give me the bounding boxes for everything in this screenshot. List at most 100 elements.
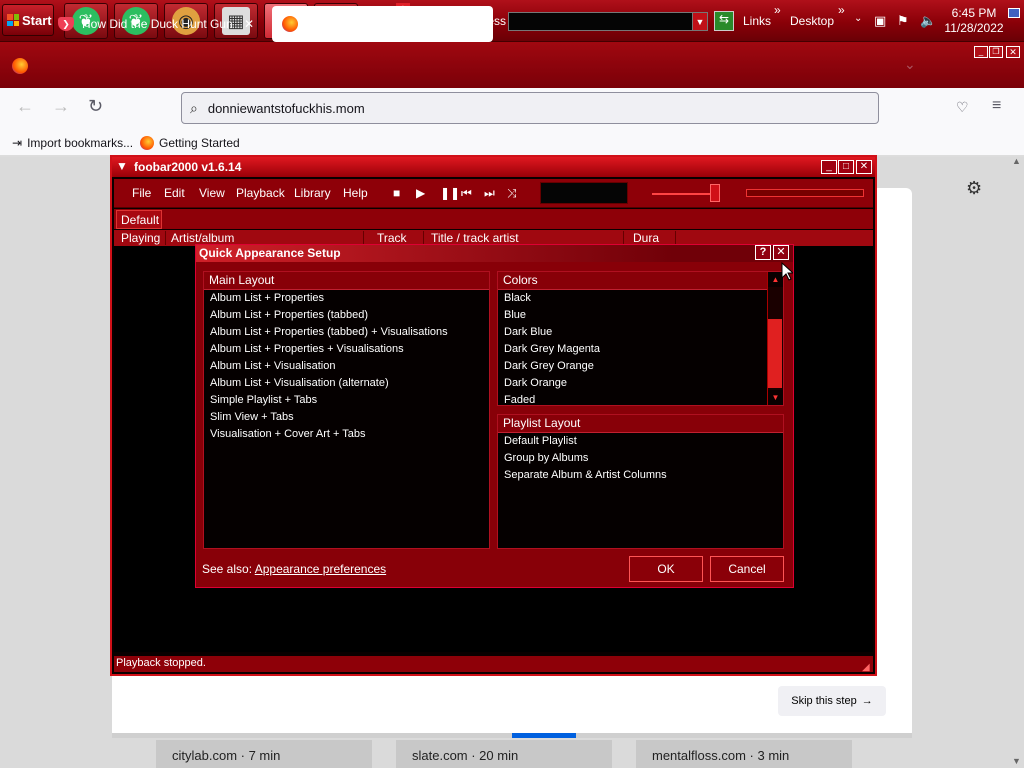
start-button[interactable]: Start: [2, 4, 54, 36]
main-layout-item[interactable]: Visualisation + Cover Art + Tabs: [204, 426, 489, 443]
menu-icon[interactable]: ≡: [992, 97, 1001, 115]
ok-button[interactable]: OK: [629, 556, 703, 582]
main-layout-item[interactable]: Album List + Properties (tabbed): [204, 307, 489, 324]
playlist-tab-default[interactable]: Default: [116, 210, 162, 229]
desktop-chevron-icon[interactable]: »: [838, 3, 845, 17]
random-icon[interactable]: ⤨: [507, 186, 517, 201]
desktop-label[interactable]: Desktop: [790, 14, 834, 28]
show-desktop-icon[interactable]: [1008, 8, 1020, 18]
main-layout-item[interactable]: Album List + Properties (tabbed) + Visua…: [204, 324, 489, 341]
windows-logo-icon: [7, 14, 19, 26]
playlist-layout-item[interactable]: Group by Albums: [498, 450, 783, 467]
bookmark-label: Import bookmarks...: [27, 136, 134, 150]
restore-icon[interactable]: ❐: [989, 46, 1003, 58]
firefox-view-icon[interactable]: [12, 58, 28, 74]
tab-close-icon[interactable]: ✕: [244, 17, 254, 31]
minimize-icon[interactable]: _: [974, 46, 988, 58]
playlist-layout-item[interactable]: Default Playlist: [498, 433, 783, 450]
volume-knob[interactable]: [710, 184, 720, 202]
color-scheme-item[interactable]: Faded: [498, 392, 783, 409]
appearance-preferences-link[interactable]: Appearance preferences: [255, 562, 386, 576]
page-scroll-up-icon[interactable]: ▲: [1012, 156, 1021, 166]
volume-icon[interactable]: 🔈: [920, 13, 936, 29]
menu-view[interactable]: View: [199, 186, 225, 200]
color-scheme-item[interactable]: Dark Orange: [498, 375, 783, 392]
story-card-3[interactable]: mentalfloss.com · 3 min: [636, 740, 852, 768]
colors-list: Black Blue Dark Blue Dark Grey Magenta Dark …: [498, 290, 783, 409]
color-scheme-item[interactable]: Dark Grey Magenta: [498, 341, 783, 358]
foobar-minimize-icon[interactable]: _: [821, 160, 837, 174]
cancel-button[interactable]: Cancel: [710, 556, 784, 582]
settings-gear-icon[interactable]: ⚙: [966, 178, 982, 199]
main-layout-item[interactable]: Album List + Properties + Visualisations: [204, 341, 489, 358]
menu-file[interactable]: File: [132, 186, 151, 200]
menu-help[interactable]: Help: [343, 186, 368, 200]
dialog-close-button[interactable]: ✕: [773, 245, 789, 260]
pause-icon[interactable]: ❚❚: [440, 186, 460, 200]
address-input[interactable]: [508, 12, 708, 31]
reload-icon[interactable]: ↻: [88, 96, 103, 117]
stop-icon[interactable]: ■: [393, 186, 400, 200]
close-window-icon[interactable]: ✕: [1006, 46, 1020, 58]
menu-edit[interactable]: Edit: [164, 186, 185, 200]
tab-new[interactable]: [272, 6, 493, 42]
color-scheme-item[interactable]: Blue: [498, 307, 783, 324]
address-dropdown-icon[interactable]: ▼: [692, 12, 708, 31]
links-chevron-icon[interactable]: »: [774, 3, 781, 17]
column-playing[interactable]: Playing: [118, 231, 166, 245]
playlist-layout-item[interactable]: Separate Album & Artist Columns: [498, 467, 783, 484]
network-icon[interactable]: ▣: [874, 13, 886, 29]
main-layout-item[interactable]: Simple Playlist + Tabs: [204, 392, 489, 409]
color-scheme-item[interactable]: Black: [498, 290, 783, 307]
dialog-titlebar[interactable]: Quick Appearance Setup: [196, 245, 793, 262]
playlist-layout-list: Default Playlist Group by Albums Separate …: [498, 433, 783, 484]
color-scheme-item[interactable]: Dark Grey Orange: [498, 358, 783, 375]
page-scroll-down-icon[interactable]: ▼: [1012, 756, 1021, 766]
color-scheme-item[interactable]: Dark Blue: [498, 324, 783, 341]
foobar-tabbar: [114, 209, 873, 229]
colors-header: Colors: [498, 272, 783, 290]
next-icon[interactable]: ⏭: [484, 186, 495, 201]
column-duration[interactable]: Dura: [630, 231, 676, 245]
url-bar[interactable]: ⌕ donniewantstofuckhis.mom: [181, 92, 879, 124]
story-card-1[interactable]: citylab.com · 7 min: [156, 740, 372, 768]
story-card-2[interactable]: slate.com · 20 min: [396, 740, 612, 768]
forward-icon[interactable]: →: [52, 96, 70, 117]
tab-duck-hunt[interactable]: ❯ How Did the Duck Hunt Gun Work? ✕: [48, 6, 264, 42]
scroll-down-arrow-icon[interactable]: ▼: [768, 390, 783, 405]
foobar-titlebar[interactable]: ▼ foobar2000 v1.6.14: [112, 157, 875, 177]
column-artist-album[interactable]: Artist/album: [168, 231, 364, 245]
clock[interactable]: 6:45 PM 11/28/2022: [944, 6, 1004, 36]
foobar-title: foobar2000 v1.6.14: [134, 160, 242, 174]
bookmark-getting-started[interactable]: Getting Started: [140, 136, 240, 150]
resize-grip-icon[interactable]: ◢: [862, 662, 870, 673]
main-layout-item[interactable]: Album List + Properties: [204, 290, 489, 307]
seek-bar[interactable]: [746, 189, 864, 197]
scrollbar-thumb[interactable]: [768, 319, 782, 388]
spectrum-display: [540, 182, 628, 204]
skip-step-button[interactable]: Skip this step →: [778, 686, 886, 716]
menu-library[interactable]: Library: [294, 186, 331, 200]
go-arrow-icon[interactable]: ⇆: [714, 11, 734, 31]
column-track-no[interactable]: Track no: [374, 231, 424, 245]
back-icon[interactable]: ←: [16, 96, 34, 117]
dialog-help-button[interactable]: ?: [755, 245, 771, 260]
menu-playback[interactable]: Playback: [236, 186, 285, 200]
previous-icon[interactable]: ⏮: [461, 186, 472, 201]
main-layout-item[interactable]: Slim View + Tabs: [204, 409, 489, 426]
foobar-maximize-icon[interactable]: □: [838, 160, 854, 174]
main-layout-header: Main Layout: [204, 272, 489, 290]
main-layout-item[interactable]: Album List + Visualisation (alternate): [204, 375, 489, 392]
links-label[interactable]: Links: [743, 14, 771, 28]
play-icon[interactable]: ▶: [416, 186, 425, 200]
pocket-save-icon[interactable]: ♡: [956, 99, 969, 116]
foobar-close-icon[interactable]: ✕: [856, 160, 872, 174]
story-source: slate.com · 20 min: [412, 748, 519, 763]
column-title[interactable]: Title / track artist: [428, 231, 624, 245]
bookmark-import[interactable]: ⇥ Import bookmarks...: [12, 136, 133, 150]
tray-expand-icon[interactable]: ⌄: [854, 13, 862, 24]
list-tabs-icon[interactable]: ⌄: [904, 56, 916, 73]
skip-label: Skip this step: [791, 695, 857, 707]
main-layout-item[interactable]: Album List + Visualisation: [204, 358, 489, 375]
flag-icon[interactable]: ⚑: [897, 13, 909, 29]
